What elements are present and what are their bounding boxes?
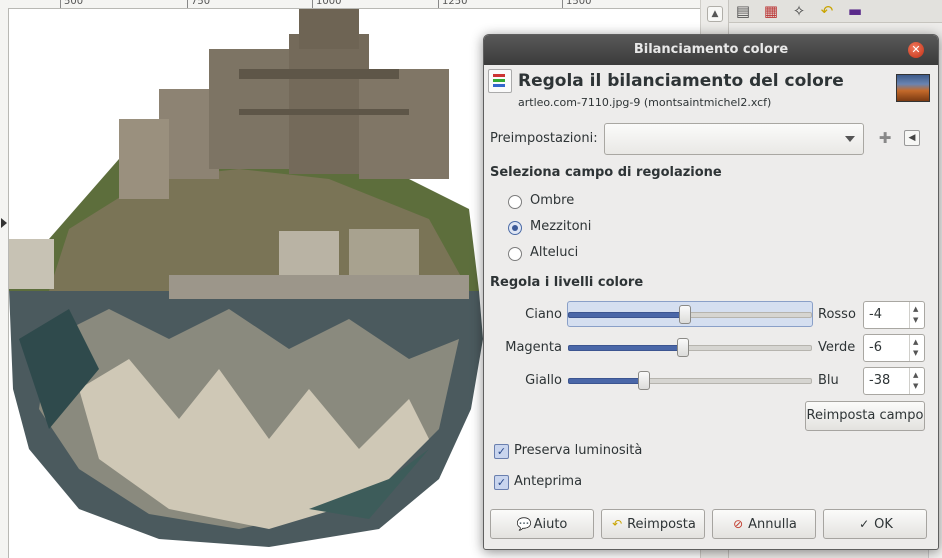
yellow-blue-spinbutton[interactable]: -38 ▲ ▼ [863,367,925,395]
slider-handle[interactable] [677,338,689,357]
slider-right-label: Verde [818,340,856,355]
spin-up-icon[interactable]: ▲ [913,371,918,379]
slider-handle[interactable] [679,305,691,324]
reset-button[interactable]: ↶ Reimposta [601,509,705,539]
radio-label: Mezzitoni [530,219,592,234]
radio-indicator-checked [508,221,522,235]
spin-down-icon[interactable]: ▼ [913,382,918,390]
cancel-button[interactable]: ⊘ Annulla [712,509,816,539]
radio-label: Alteluci [530,245,579,260]
scroll-up-icon[interactable]: ▲ [707,6,723,22]
checkbox-label: Preserva luminosità [514,443,643,458]
checkmark-icon: ✓ [859,517,870,531]
radio-indicator [508,247,522,261]
ruler-label: 1000 [316,0,342,7]
magenta-green-slider[interactable] [568,335,812,359]
paths-icon[interactable]: ✧ [787,1,811,21]
slider-right-label: Rosso [818,307,856,322]
spin-value: -4 [869,307,882,322]
spin-down-icon[interactable]: ▼ [913,349,918,357]
dialog-titlebar[interactable]: Bilanciamento colore ✕ [484,35,938,65]
color-balance-dialog: Bilanciamento colore ✕ Regola il bilanci… [483,34,939,550]
cyan-red-spinbutton[interactable]: -4 ▲ ▼ [863,301,925,329]
ok-label: OK [874,517,893,532]
spin-up-icon[interactable]: ▲ [913,338,918,346]
ok-button[interactable]: ✓ OK [823,509,927,539]
color-balance-icon [488,69,512,93]
levels-section-title: Regola i livelli colore [490,275,644,290]
magenta-green-slider-row: Magenta Verde -6 ▲ ▼ [484,334,938,364]
ruler-pointer-icon [1,218,7,228]
slider-fill [568,345,684,351]
preset-menu-icon[interactable]: ◀ [904,130,920,146]
spin-up-icon[interactable]: ▲ [913,305,918,313]
radio-label: Ombre [530,193,575,208]
image-thumbnail [896,74,930,102]
dialog-title: Bilanciamento colore [633,42,789,57]
channels-icon[interactable]: ▦ [759,1,783,21]
spin-value: -38 [869,373,891,388]
header-title: Regola il bilanciamento del colore [518,71,844,91]
cyan-red-slider-row: Ciano Rosso -4 ▲ ▼ [484,301,938,331]
chevron-down-icon [845,136,855,142]
checkmark-icon: ✓ [494,475,509,490]
checkbox-label: Anteprima [514,474,583,489]
yellow-blue-slider-row: Giallo Blu -38 ▲ ▼ [484,367,938,397]
colormap-icon[interactable]: ▬ [843,1,867,21]
help-icon: 💬 [516,517,532,531]
slider-left-label: Magenta [505,340,562,355]
slider-fill [568,312,686,318]
help-label: Aiuto [533,517,568,532]
yellow-blue-slider[interactable] [568,368,812,392]
ruler-label: 1500 [566,0,592,7]
undo-icon[interactable]: ↶ [815,1,839,21]
ruler-label: 750 [191,0,211,7]
dock-tab-bar: ▤ ▦ ✧ ↶ ▬ [729,0,942,23]
slider-right-label: Blu [818,373,839,388]
presets-label: Preimpostazioni: [490,131,598,146]
slider-handle[interactable] [638,371,650,390]
slider-left-label: Ciano [525,307,562,322]
magenta-green-spinbutton[interactable]: -6 ▲ ▼ [863,334,925,362]
ruler-label: 500 [64,0,84,7]
checkmark-icon: ✓ [494,444,509,459]
presets-combo[interactable] [604,123,864,155]
reset-icon: ↶ [612,517,623,531]
cyan-red-slider[interactable] [567,301,813,327]
slider-fill [568,378,645,384]
vertical-ruler [0,8,9,558]
layers-icon[interactable]: ▤ [731,1,755,21]
cancel-label: Annulla [748,517,797,532]
header-subtitle: artleo.com-7110.jpg-9 (montsaintmichel2.… [518,96,772,109]
spin-down-icon[interactable]: ▼ [913,316,918,324]
spin-value: -6 [869,340,882,355]
reset-range-button[interactable]: Reimposta campo [805,401,925,431]
cancel-icon: ⊘ [733,517,744,531]
range-section-title: Seleziona campo di regolazione [490,165,722,180]
slider-left-label: Giallo [525,373,562,388]
horizontal-ruler: 500 750 1000 1250 1500 [0,0,728,9]
radio-indicator [508,195,522,209]
add-preset-icon[interactable]: ✚ [878,131,892,146]
help-button[interactable]: 💬 Aiuto [490,509,594,539]
reset-label: Reimposta [627,517,696,532]
ruler-label: 1250 [442,0,468,7]
close-icon[interactable]: ✕ [908,42,924,58]
